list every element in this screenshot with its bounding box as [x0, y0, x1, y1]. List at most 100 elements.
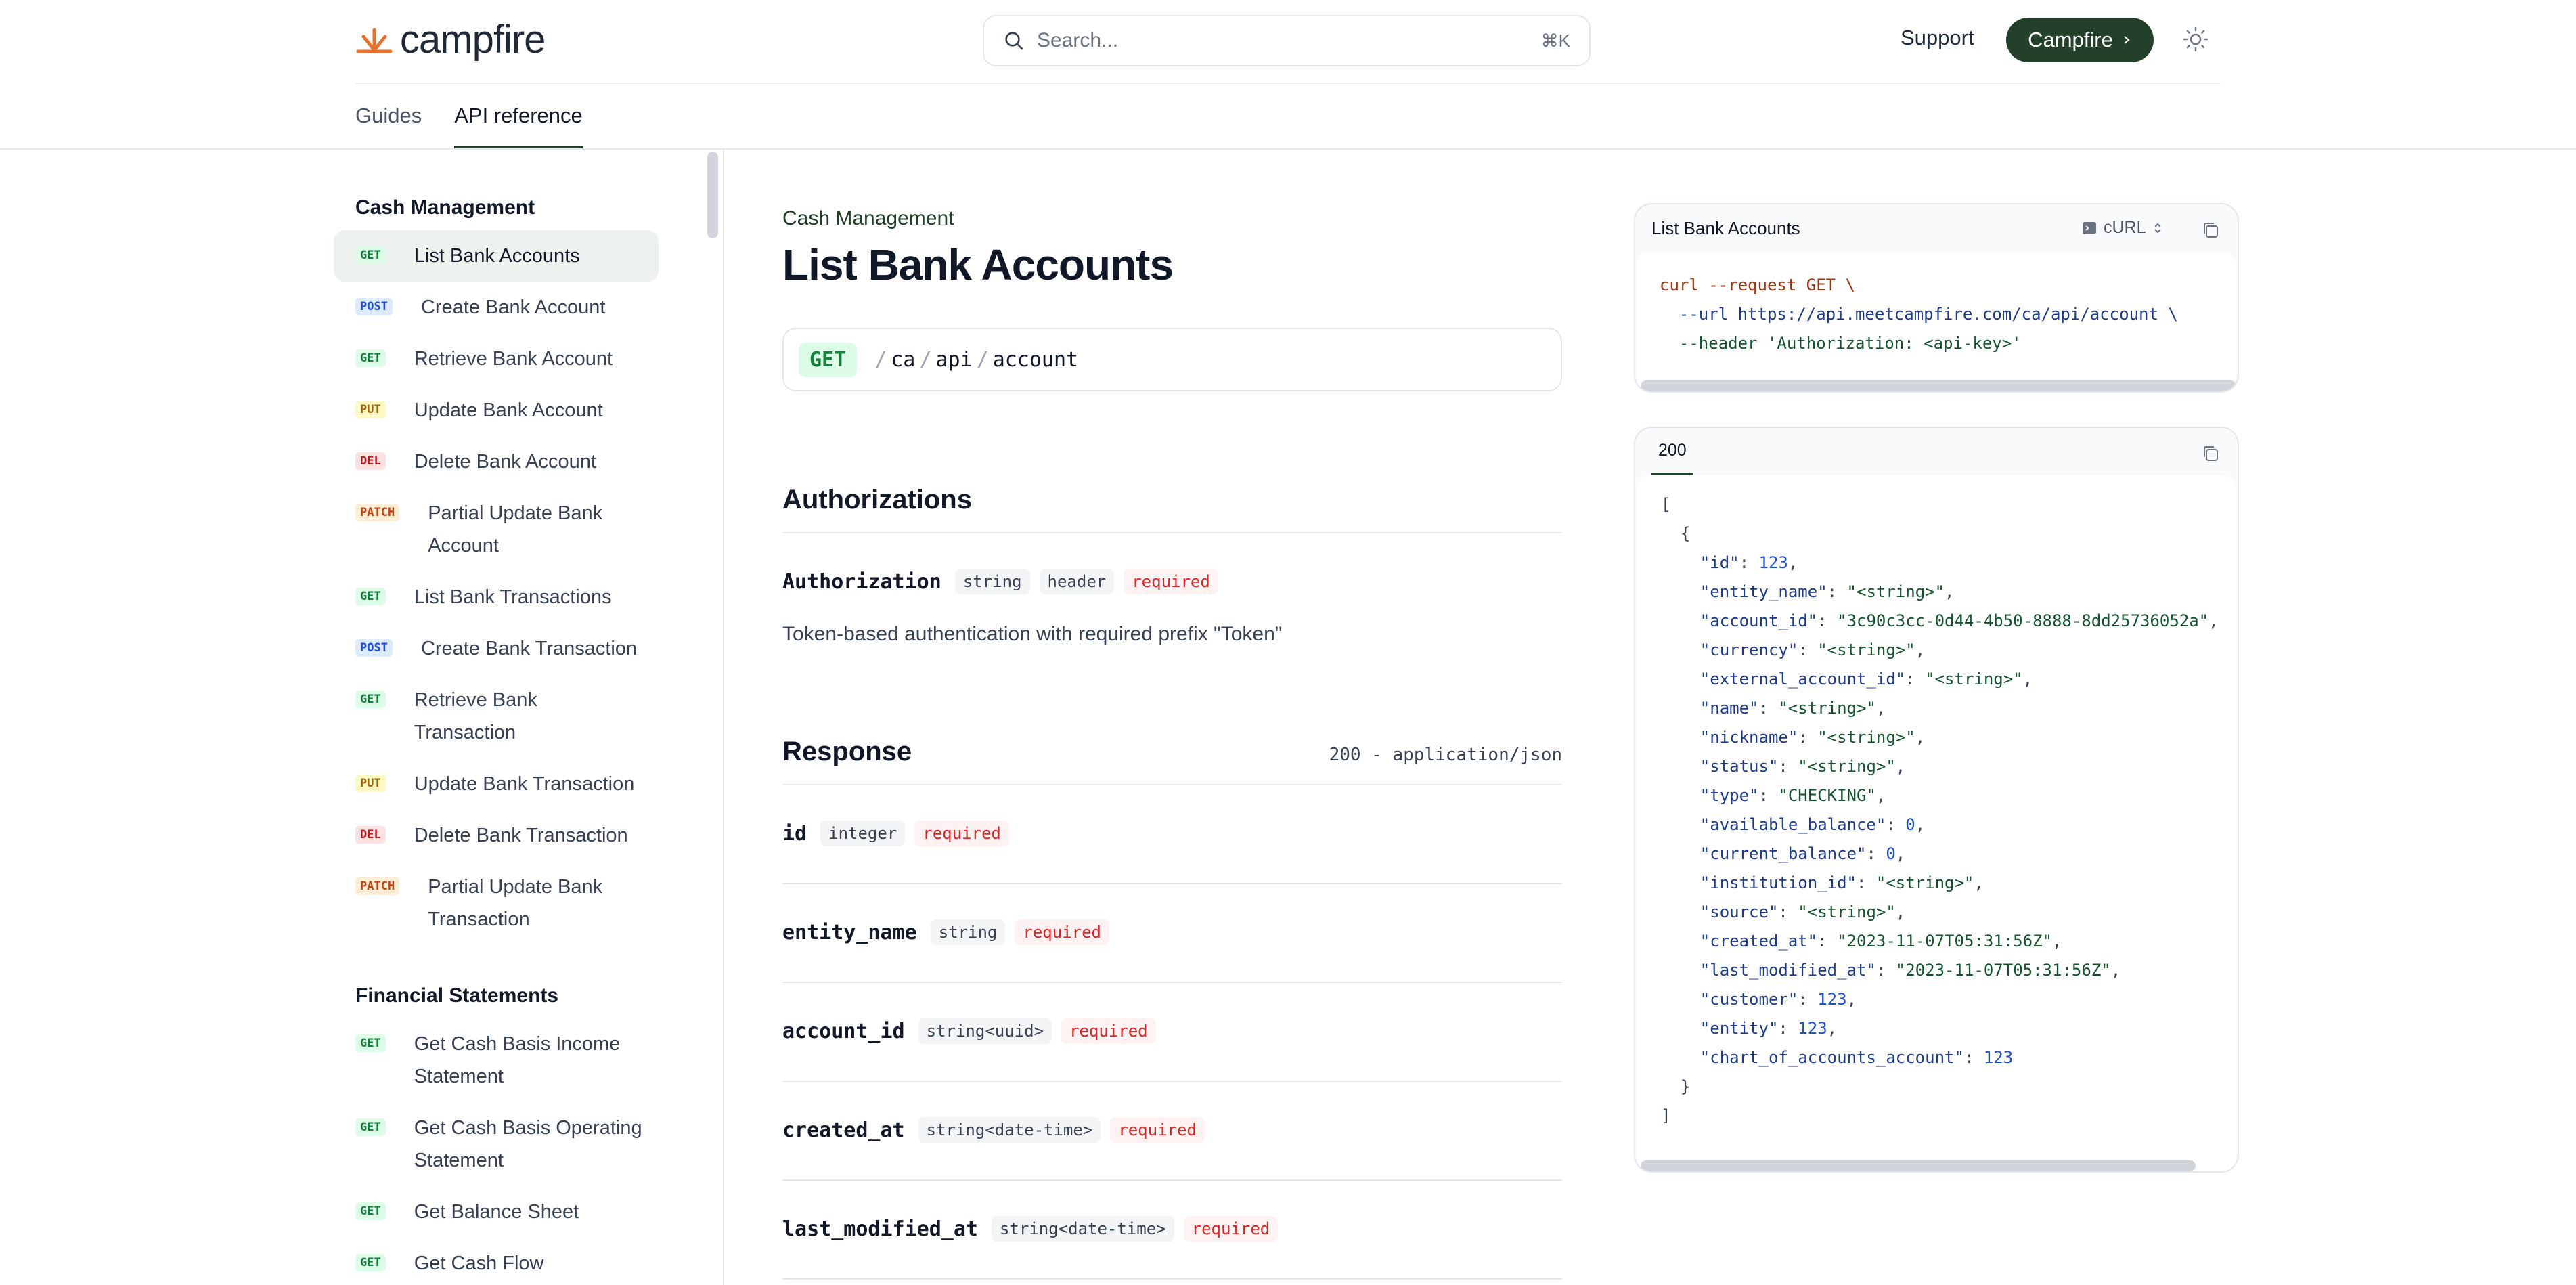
field-location-chip: header	[1039, 569, 1115, 594]
sidebar: Cash Management GET List Bank Accounts P…	[334, 150, 702, 1285]
sidebar-item-cash-flow[interactable]: GET Get Cash Flow	[334, 1238, 659, 1285]
method-badge: PATCH	[355, 504, 400, 521]
sidebar-scrollbar[interactable]	[707, 152, 718, 238]
json-line: "source": "<string>",	[1700, 902, 1906, 921]
terminal-icon	[2083, 221, 2096, 234]
endpoint-bar[interactable]: GET / ca / api / account	[782, 328, 1562, 391]
code-brace: }	[1661, 1077, 1691, 1096]
request-horizontal-scrollbar[interactable]	[1641, 380, 2236, 391]
language-select[interactable]: cURL	[2082, 218, 2162, 238]
sidebar-item-label: List Bank Accounts	[414, 245, 580, 267]
json-line: "chart_of_accounts_account": 123	[1700, 1048, 2014, 1067]
sidebar-item-label: Delete Bank Transaction	[414, 825, 628, 846]
json-line: "institution_id": "<string>",	[1700, 873, 1984, 892]
sidebar-item-label: Update Bank Account	[414, 399, 603, 421]
sun-icon[interactable]	[2182, 26, 2209, 53]
top-tabs: Guides API reference	[355, 102, 583, 149]
sidebar-section-title: Cash Management	[355, 196, 535, 219]
sidebar-item-delete-bank-transaction[interactable]: DEL Delete Bank Transaction	[334, 810, 659, 861]
sidebar-item-update-bank-account[interactable]: PUT Update Bank Account	[334, 385, 659, 436]
response-panel-header: 200	[1635, 428, 2238, 475]
sidebar-item-label: Get Cash Basis Income Statement	[414, 1033, 621, 1087]
required-badge: required	[1124, 569, 1218, 594]
search-placeholder: Search...	[1037, 29, 1119, 51]
request-panel-header: List Bank Accounts cURL	[1635, 204, 2238, 252]
sidebar-item-partial-update-bank-transaction[interactable]: PATCH Partial Update Bank Transaction	[334, 861, 659, 945]
json-key: "current_balance"	[1700, 844, 1867, 863]
json-key: "chart_of_accounts_account"	[1700, 1048, 1964, 1067]
tab-api-reference[interactable]: API reference	[454, 102, 583, 149]
method-badge: GET	[355, 1118, 386, 1136]
response-field-account-id: account_id string<uuid> required	[782, 1018, 1156, 1044]
support-link[interactable]: Support	[1901, 26, 1974, 50]
json-line: "currency": "<string>",	[1700, 640, 1926, 659]
sidebar-item-retrieve-bank-transaction[interactable]: GET Retrieve Bank Transaction	[334, 674, 659, 758]
json-key: "currency"	[1700, 640, 1798, 659]
json-line: "current_balance": 0,	[1700, 844, 1906, 863]
campfire-button-label: Campfire	[2028, 28, 2113, 51]
field-type-chip: string	[930, 919, 1006, 945]
json-key: "id"	[1700, 553, 1739, 572]
sidebar-item-label: Retrieve Bank Account	[414, 348, 613, 370]
logo[interactable]: campfire	[355, 16, 546, 62]
code-bracket: ]	[1661, 1106, 1671, 1125]
required-badge: required	[914, 821, 1009, 846]
sidebar-item-list-bank-transactions[interactable]: GET List Bank Transactions	[334, 571, 659, 623]
authorizations-heading: Authorizations	[782, 485, 972, 515]
json-key: "entity_name"	[1700, 582, 1827, 601]
json-key: "last_modified_at"	[1700, 961, 1876, 980]
method-badge: DEL	[355, 452, 386, 470]
json-value: 0	[1905, 815, 1915, 834]
campfire-button[interactable]: Campfire	[2006, 18, 2154, 62]
field-name: account_id	[782, 1019, 905, 1043]
method-badge: PUT	[355, 775, 386, 792]
sidebar-item-create-bank-account[interactable]: POST Create Bank Account	[334, 282, 659, 333]
sidebar-item-partial-update-bank-account[interactable]: PATCH Partial Update Bank Account	[334, 487, 659, 571]
json-value: "3c90c3cc-0d44-4b50-8888-8dd25736052a"	[1837, 611, 2209, 630]
response-code: [ { "id": 123, "entity_name": "<string>"…	[1661, 490, 2236, 1131]
copy-icon[interactable]	[2201, 221, 2220, 240]
json-key: "name"	[1700, 699, 1759, 718]
tab-guides[interactable]: Guides	[355, 102, 422, 149]
json-line: "entity_name": "<string>",	[1700, 582, 1955, 601]
response-horizontal-scrollbar[interactable]	[1641, 1160, 2196, 1171]
method-badge: GET	[355, 246, 386, 264]
response-heading: Response	[782, 737, 912, 766]
json-line: "entity": 123,	[1700, 1019, 1838, 1038]
method-badge: POST	[355, 298, 393, 315]
sidebar-item-cash-basis-income-statement[interactable]: GET Get Cash Basis Income Statement	[334, 1018, 659, 1102]
json-line: "created_at": "2023-11-07T05:31:56Z",	[1700, 932, 2062, 951]
field-divider	[782, 1081, 1562, 1082]
search-icon	[1005, 32, 1023, 50]
field-type-chip: string<date-time>	[918, 1117, 1101, 1143]
method-badge: GET	[355, 1254, 386, 1271]
json-key: "account_id"	[1700, 611, 1818, 630]
search-input[interactable]: Search... ⌘K	[983, 15, 1591, 66]
section-divider	[782, 784, 1562, 785]
json-value: "<string>"	[1817, 640, 1915, 659]
method-badge: GET	[355, 349, 386, 367]
sidebar-item-cash-basis-operating-statement[interactable]: GET Get Cash Basis Operating Statement	[334, 1102, 659, 1186]
chevron-updown-icon	[2154, 223, 2161, 233]
required-badge: required	[1183, 1216, 1279, 1242]
response-code-block: [ { "id": 123, "entity_name": "<string>"…	[1637, 475, 2236, 1171]
sidebar-item-label: Get Cash Basis Operating Statement	[414, 1117, 642, 1171]
response-field-last-modified-at: last_modified_at string<date-time> requi…	[782, 1216, 1279, 1242]
field-name: entity_name	[782, 920, 917, 944]
json-value: 0	[1886, 844, 1896, 863]
copy-icon[interactable]	[2201, 444, 2220, 463]
sidebar-item-retrieve-bank-account[interactable]: GET Retrieve Bank Account	[334, 333, 659, 385]
sidebar-item-delete-bank-account[interactable]: DEL Delete Bank Account	[334, 436, 659, 487]
sidebar-item-update-bank-transaction[interactable]: PUT Update Bank Transaction	[334, 758, 659, 810]
response-field-created-at: created_at string<date-time> required	[782, 1117, 1205, 1143]
tab-status-200[interactable]: 200	[1651, 428, 1693, 475]
json-line: "available_balance": 0,	[1700, 815, 1926, 834]
method-badge: GET	[355, 691, 386, 708]
field-type-chip: string<uuid>	[918, 1018, 1052, 1044]
sidebar-item-label: Create Bank Transaction	[420, 638, 638, 659]
auth-description: Token-based authentication with required…	[782, 623, 1283, 645]
sidebar-item-label: Get Cash Flow	[414, 1253, 544, 1274]
sidebar-item-list-bank-accounts[interactable]: GET List Bank Accounts	[334, 230, 659, 282]
sidebar-item-balance-sheet[interactable]: GET Get Balance Sheet	[334, 1186, 659, 1238]
sidebar-item-create-bank-transaction[interactable]: POST Create Bank Transaction	[334, 623, 659, 674]
